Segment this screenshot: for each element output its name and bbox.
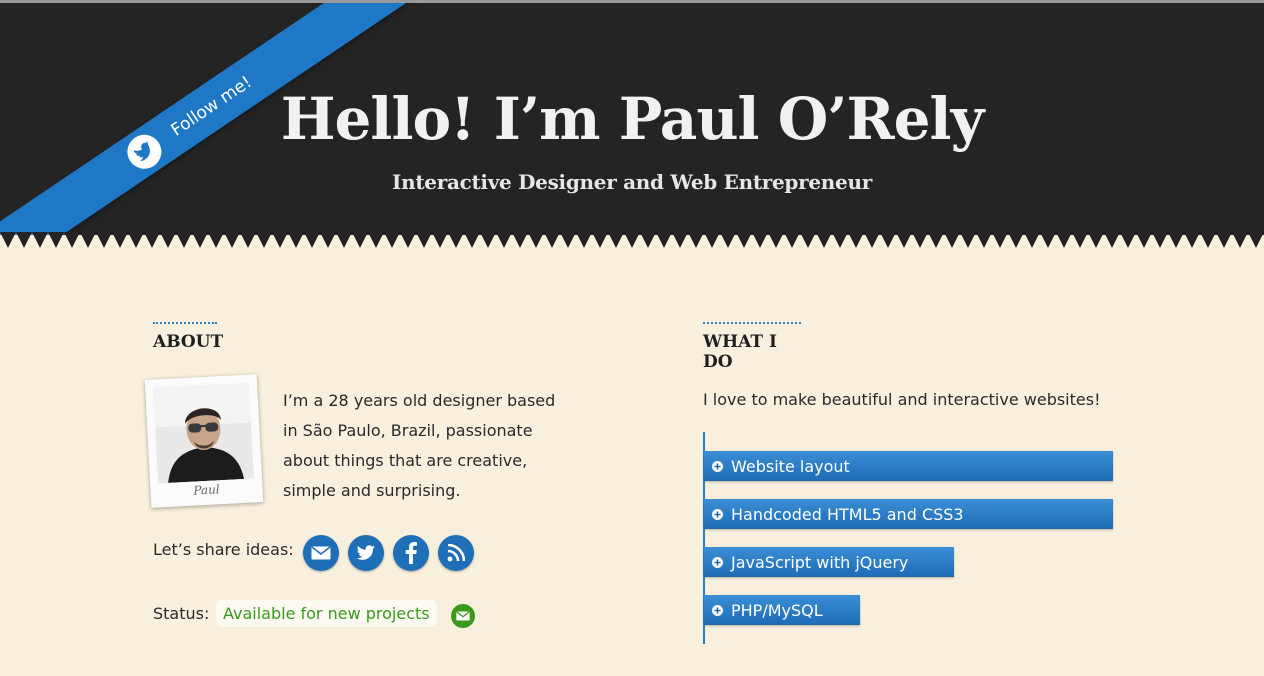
status-label: Status: (153, 604, 210, 623)
photo-caption: Paul (193, 482, 221, 498)
header-banner: Follow me! Hello! I’m Paul O’Rely Intera… (0, 3, 1264, 235)
facebook-icon (405, 542, 417, 564)
plus-icon (712, 508, 723, 520)
share-label: Let’s share ideas: (153, 540, 294, 559)
skill-label: Handcoded HTML5 and CSS3 (731, 504, 964, 524)
email-icon (311, 546, 331, 560)
what-i-do-intro: I love to make beautiful and interactive… (703, 390, 1101, 409)
bio-line: simple and surprising. (283, 481, 461, 500)
skill-bar[interactable]: Handcoded HTML5 and CSS3 (704, 499, 1113, 529)
twitter-share-button[interactable] (348, 535, 384, 571)
page-title: Hello! I’m Paul O’Rely (280, 85, 985, 153)
plus-icon (712, 556, 723, 568)
skill-label: PHP/MySQL (731, 600, 823, 620)
status-value-link[interactable]: Available for new projects (216, 600, 437, 627)
facebook-share-button[interactable] (393, 535, 429, 571)
bio-line: about things that are creative, (283, 451, 528, 470)
skill-bar[interactable]: JavaScript with jQuery (704, 547, 954, 577)
zigzag-divider (0, 232, 1264, 248)
page-subtitle: Interactive Designer and Web Entrepreneu… (392, 170, 872, 194)
rss-share-button[interactable] (438, 535, 474, 571)
status-contact-button[interactable] (451, 604, 475, 628)
about-heading: ABOUT (153, 322, 223, 352)
skill-label: JavaScript with jQuery (731, 552, 909, 572)
email-share-button[interactable] (303, 535, 339, 571)
skill-bar[interactable]: Website layout (704, 451, 1113, 481)
what-i-do-heading: WHAT I DO (703, 322, 801, 372)
email-icon (456, 611, 470, 621)
twitter-icon (356, 545, 375, 560)
about-bio: I’m a 28 years old designer based in São… (283, 386, 573, 506)
bio-line: I’m a 28 years old designer based (283, 391, 556, 410)
skill-label: Website layout (731, 456, 850, 476)
bio-line: in São Paulo, Brazil, passionate (283, 421, 533, 440)
plus-icon (712, 460, 723, 472)
profile-photo: Paul (144, 374, 264, 508)
rss-icon (447, 544, 465, 562)
plus-icon (712, 604, 723, 616)
skill-bar[interactable]: PHP/MySQL (704, 595, 860, 625)
portrait-image (153, 382, 255, 484)
